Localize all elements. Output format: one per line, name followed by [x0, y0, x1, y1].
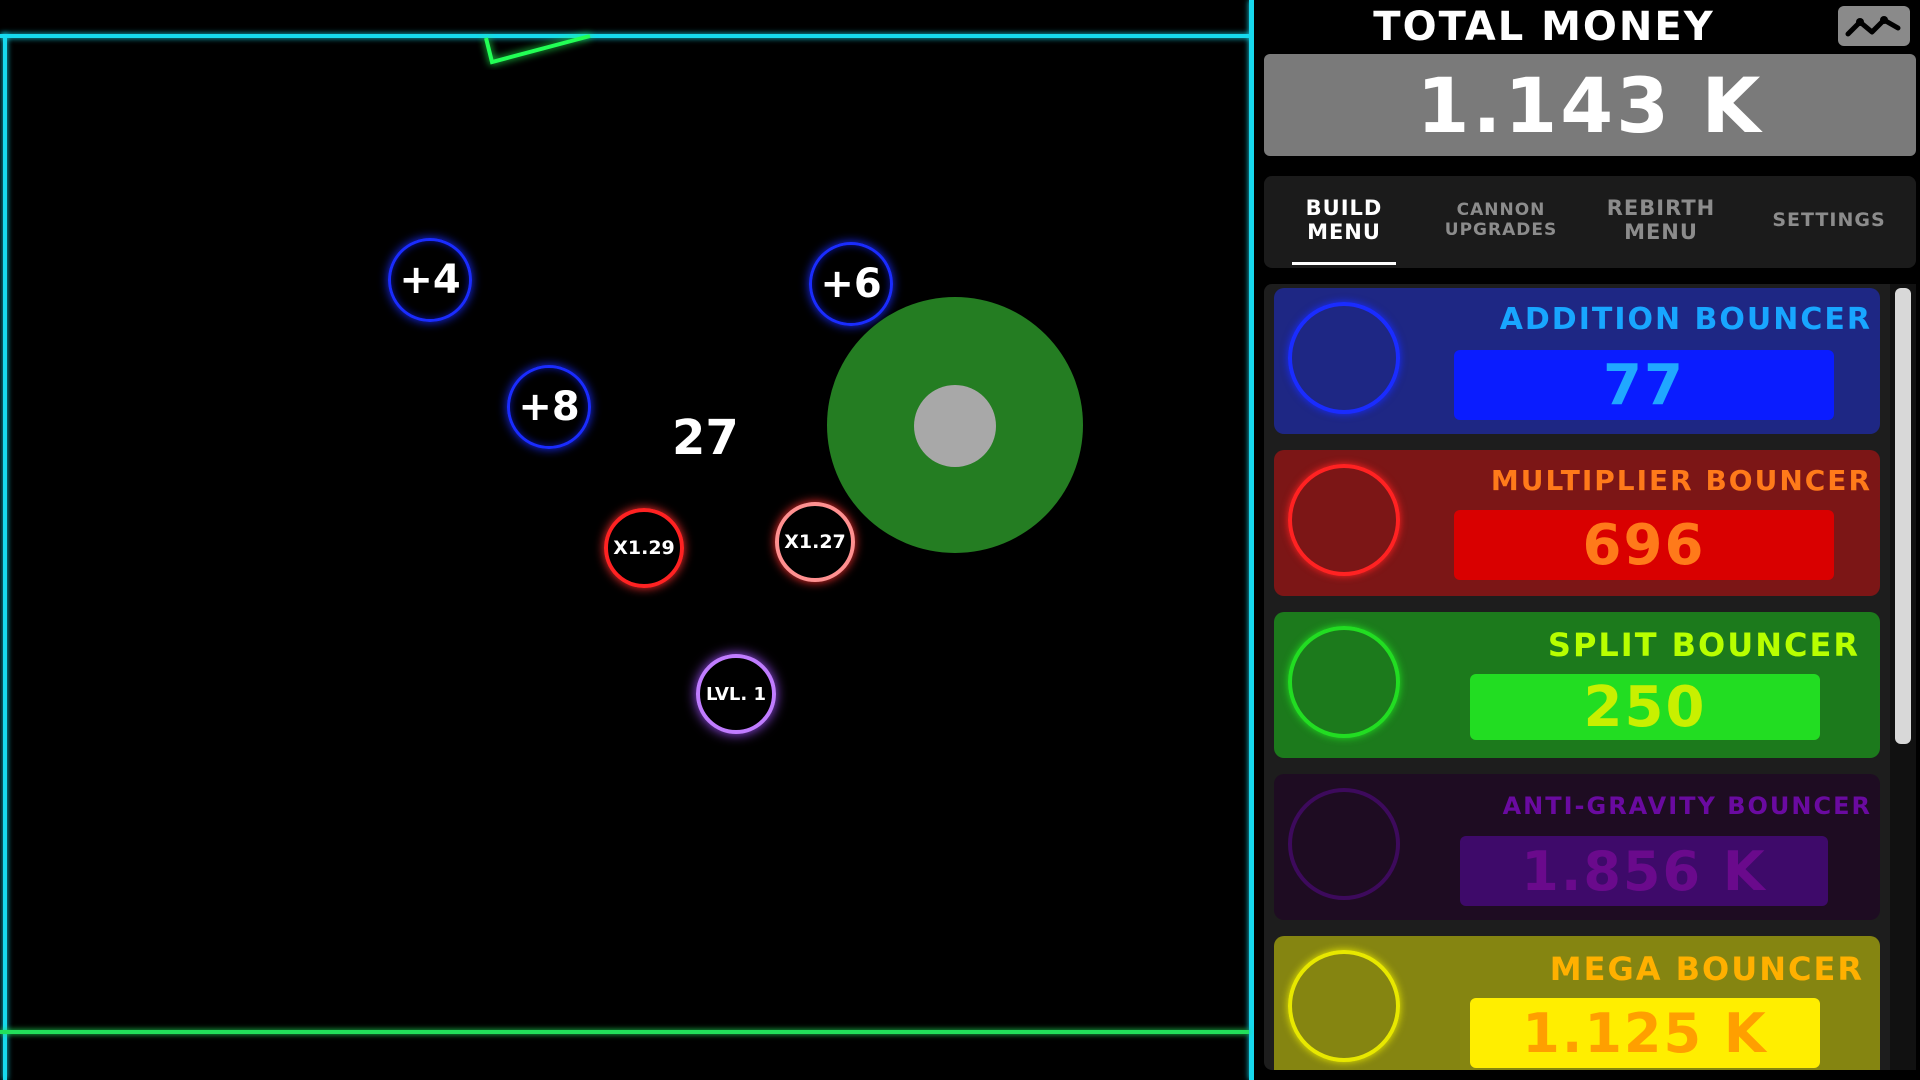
top-wall [0, 34, 1254, 38]
mega-bouncer-icon [1288, 950, 1400, 1062]
item-price: 1.856 K [1460, 836, 1828, 906]
play-field[interactable]: +4 +6 +8 27 X1.29 X1.27 LVL. 1 [0, 0, 1254, 1080]
tab-bar: BUILD MENU CANNON UPGRADES REBIRTH MENU … [1264, 176, 1916, 268]
build-item-split-bouncer[interactable]: SPLIT BOUNCER 250 [1274, 612, 1880, 758]
build-item-addition-bouncer[interactable]: ADDITION BOUNCER 77 [1274, 288, 1880, 434]
bouncer-value: X1.29 [613, 537, 675, 559]
anti-gravity-bouncer-icon [1288, 788, 1400, 900]
tab-label: UPGRADES [1444, 220, 1558, 240]
tab-label: MENU [1624, 220, 1698, 244]
item-name: SPLIT BOUNCER [1547, 626, 1860, 664]
build-list[interactable]: ADDITION BOUNCER 77 MULTIPLIER BOUNCER 6… [1264, 284, 1898, 1070]
item-price: 696 [1454, 510, 1834, 580]
bouncer-value: +6 [820, 261, 882, 307]
scrollbar-thumb[interactable] [1895, 288, 1911, 744]
left-wall [3, 34, 7, 1080]
tab-label: SETTINGS [1772, 209, 1886, 231]
total-money-title: TOTAL MONEY [1373, 4, 1715, 50]
floating-number: 27 [672, 410, 739, 466]
sidebar: TOTAL MONEY 1.143 K BUILD MENU CANNON UP… [1254, 0, 1920, 1080]
graph-line-icon[interactable] [1838, 6, 1910, 46]
bouncer-value: X1.27 [784, 531, 846, 553]
tab-label: MENU [1307, 220, 1381, 244]
multiplier-bouncer[interactable]: X1.29 [604, 508, 684, 588]
money-display: 1.143 K [1264, 54, 1916, 156]
tab-label: BUILD [1305, 196, 1383, 220]
multiplier-bouncer[interactable]: X1.27 [775, 502, 855, 582]
floor-line [0, 1030, 1249, 1034]
build-item-anti-gravity-bouncer[interactable]: ANTI-GRAVITY BOUNCER 1.856 K [1274, 774, 1880, 920]
multiplier-bouncer-icon [1288, 464, 1400, 576]
tab-build-menu[interactable]: BUILD MENU [1292, 196, 1396, 244]
level-bouncer[interactable]: LVL. 1 [696, 654, 776, 734]
tab-rebirth-menu[interactable]: REBIRTH MENU [1586, 196, 1736, 244]
item-name: ANTI-GRAVITY BOUNCER [1502, 792, 1872, 820]
tab-cannon-upgrades[interactable]: CANNON UPGRADES [1426, 200, 1576, 240]
item-price: 1.125 K [1470, 998, 1820, 1068]
build-item-multiplier-bouncer[interactable]: MULTIPLIER BOUNCER 696 [1274, 450, 1880, 596]
item-name: MEGA BOUNCER [1549, 950, 1864, 988]
active-tab-indicator [1292, 262, 1396, 265]
falling-shape [484, 34, 591, 65]
build-item-mega-bouncer[interactable]: MEGA BOUNCER 1.125 K [1274, 936, 1880, 1070]
addition-bouncer[interactable]: +4 [388, 238, 472, 322]
addition-bouncer-icon [1288, 302, 1400, 414]
addition-bouncer[interactable]: +8 [507, 365, 591, 449]
tab-settings[interactable]: SETTINGS [1746, 208, 1912, 232]
split-bouncer-icon [1288, 626, 1400, 738]
bouncer-value: +4 [399, 257, 461, 303]
cannon-core [914, 385, 996, 467]
item-price: 77 [1454, 350, 1834, 420]
addition-bouncer[interactable]: +6 [809, 242, 893, 326]
item-name: ADDITION BOUNCER [1499, 302, 1872, 337]
item-price: 250 [1470, 674, 1820, 740]
scrollbar-track[interactable] [1890, 284, 1916, 1070]
item-name: MULTIPLIER BOUNCER [1490, 464, 1872, 497]
tab-label: CANNON [1456, 200, 1546, 220]
money-value: 1.143 K [1416, 60, 1764, 150]
tab-label: REBIRTH [1606, 196, 1716, 220]
bouncer-level: LVL. 1 [705, 683, 767, 705]
bouncer-value: +8 [518, 384, 580, 430]
